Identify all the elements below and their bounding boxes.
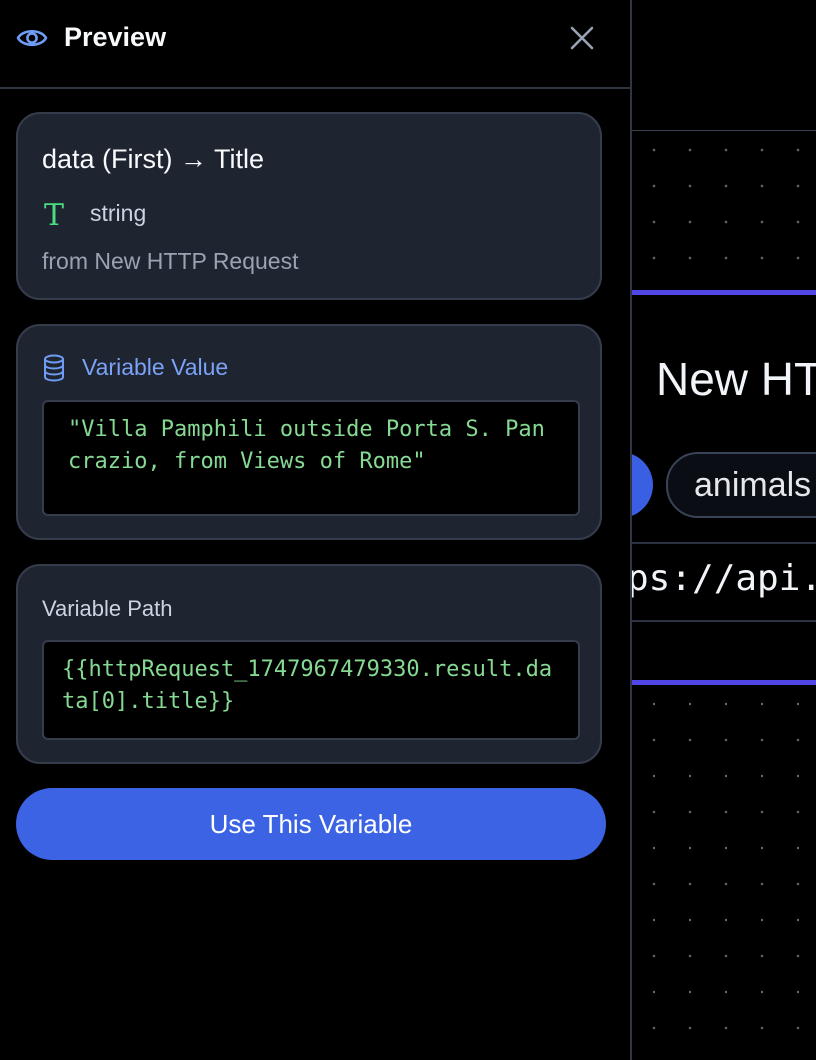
http-request-node[interactable]: New HT animals ps://api. xyxy=(631,130,816,686)
close-icon[interactable] xyxy=(568,24,596,52)
panel-title: Preview xyxy=(64,22,167,52)
variable-path-box: {{httpRequest_1747967479330.result.data[… xyxy=(42,640,580,740)
preview-panel: Preview data (First) → Title T string fr… xyxy=(0,0,632,1060)
url-text: ps://api. xyxy=(631,558,816,599)
variable-path-card: Variable Path {{httpRequest_174796747933… xyxy=(16,564,602,764)
variable-source: from New HTTP Request xyxy=(42,248,299,274)
variable-value-card: Variable Value "Villa Pamphili outside P… xyxy=(16,324,602,540)
url-field[interactable]: ps://api. xyxy=(631,542,816,622)
variable-path-title: Variable Path xyxy=(42,596,173,621)
node-accent-bottom xyxy=(631,680,816,685)
tag-chip-label: animals xyxy=(694,466,812,504)
variable-value-box: "Villa Pamphili outside Porta S. Pancraz… xyxy=(42,400,580,516)
variable-type: string xyxy=(90,200,147,226)
node-border xyxy=(631,130,816,131)
canvas-grid-mid xyxy=(631,132,816,290)
variable-name: data (First) → Title xyxy=(42,144,265,174)
variable-value-title: Variable Value xyxy=(82,354,229,380)
tag-chip[interactable]: animals xyxy=(666,452,816,518)
panel-header: Preview xyxy=(0,0,630,89)
workflow-canvas[interactable]: New HT animals ps://api. xyxy=(631,0,816,1060)
eye-icon xyxy=(16,29,48,47)
variable-info-card: data (First) → Title T string from New H… xyxy=(16,112,602,300)
canvas-grid-bottom xyxy=(631,686,816,1060)
node-title: New HT xyxy=(656,353,816,405)
text-type-icon: T xyxy=(44,198,65,233)
database-icon xyxy=(44,354,64,382)
use-variable-button[interactable]: Use This Variable xyxy=(16,788,606,860)
